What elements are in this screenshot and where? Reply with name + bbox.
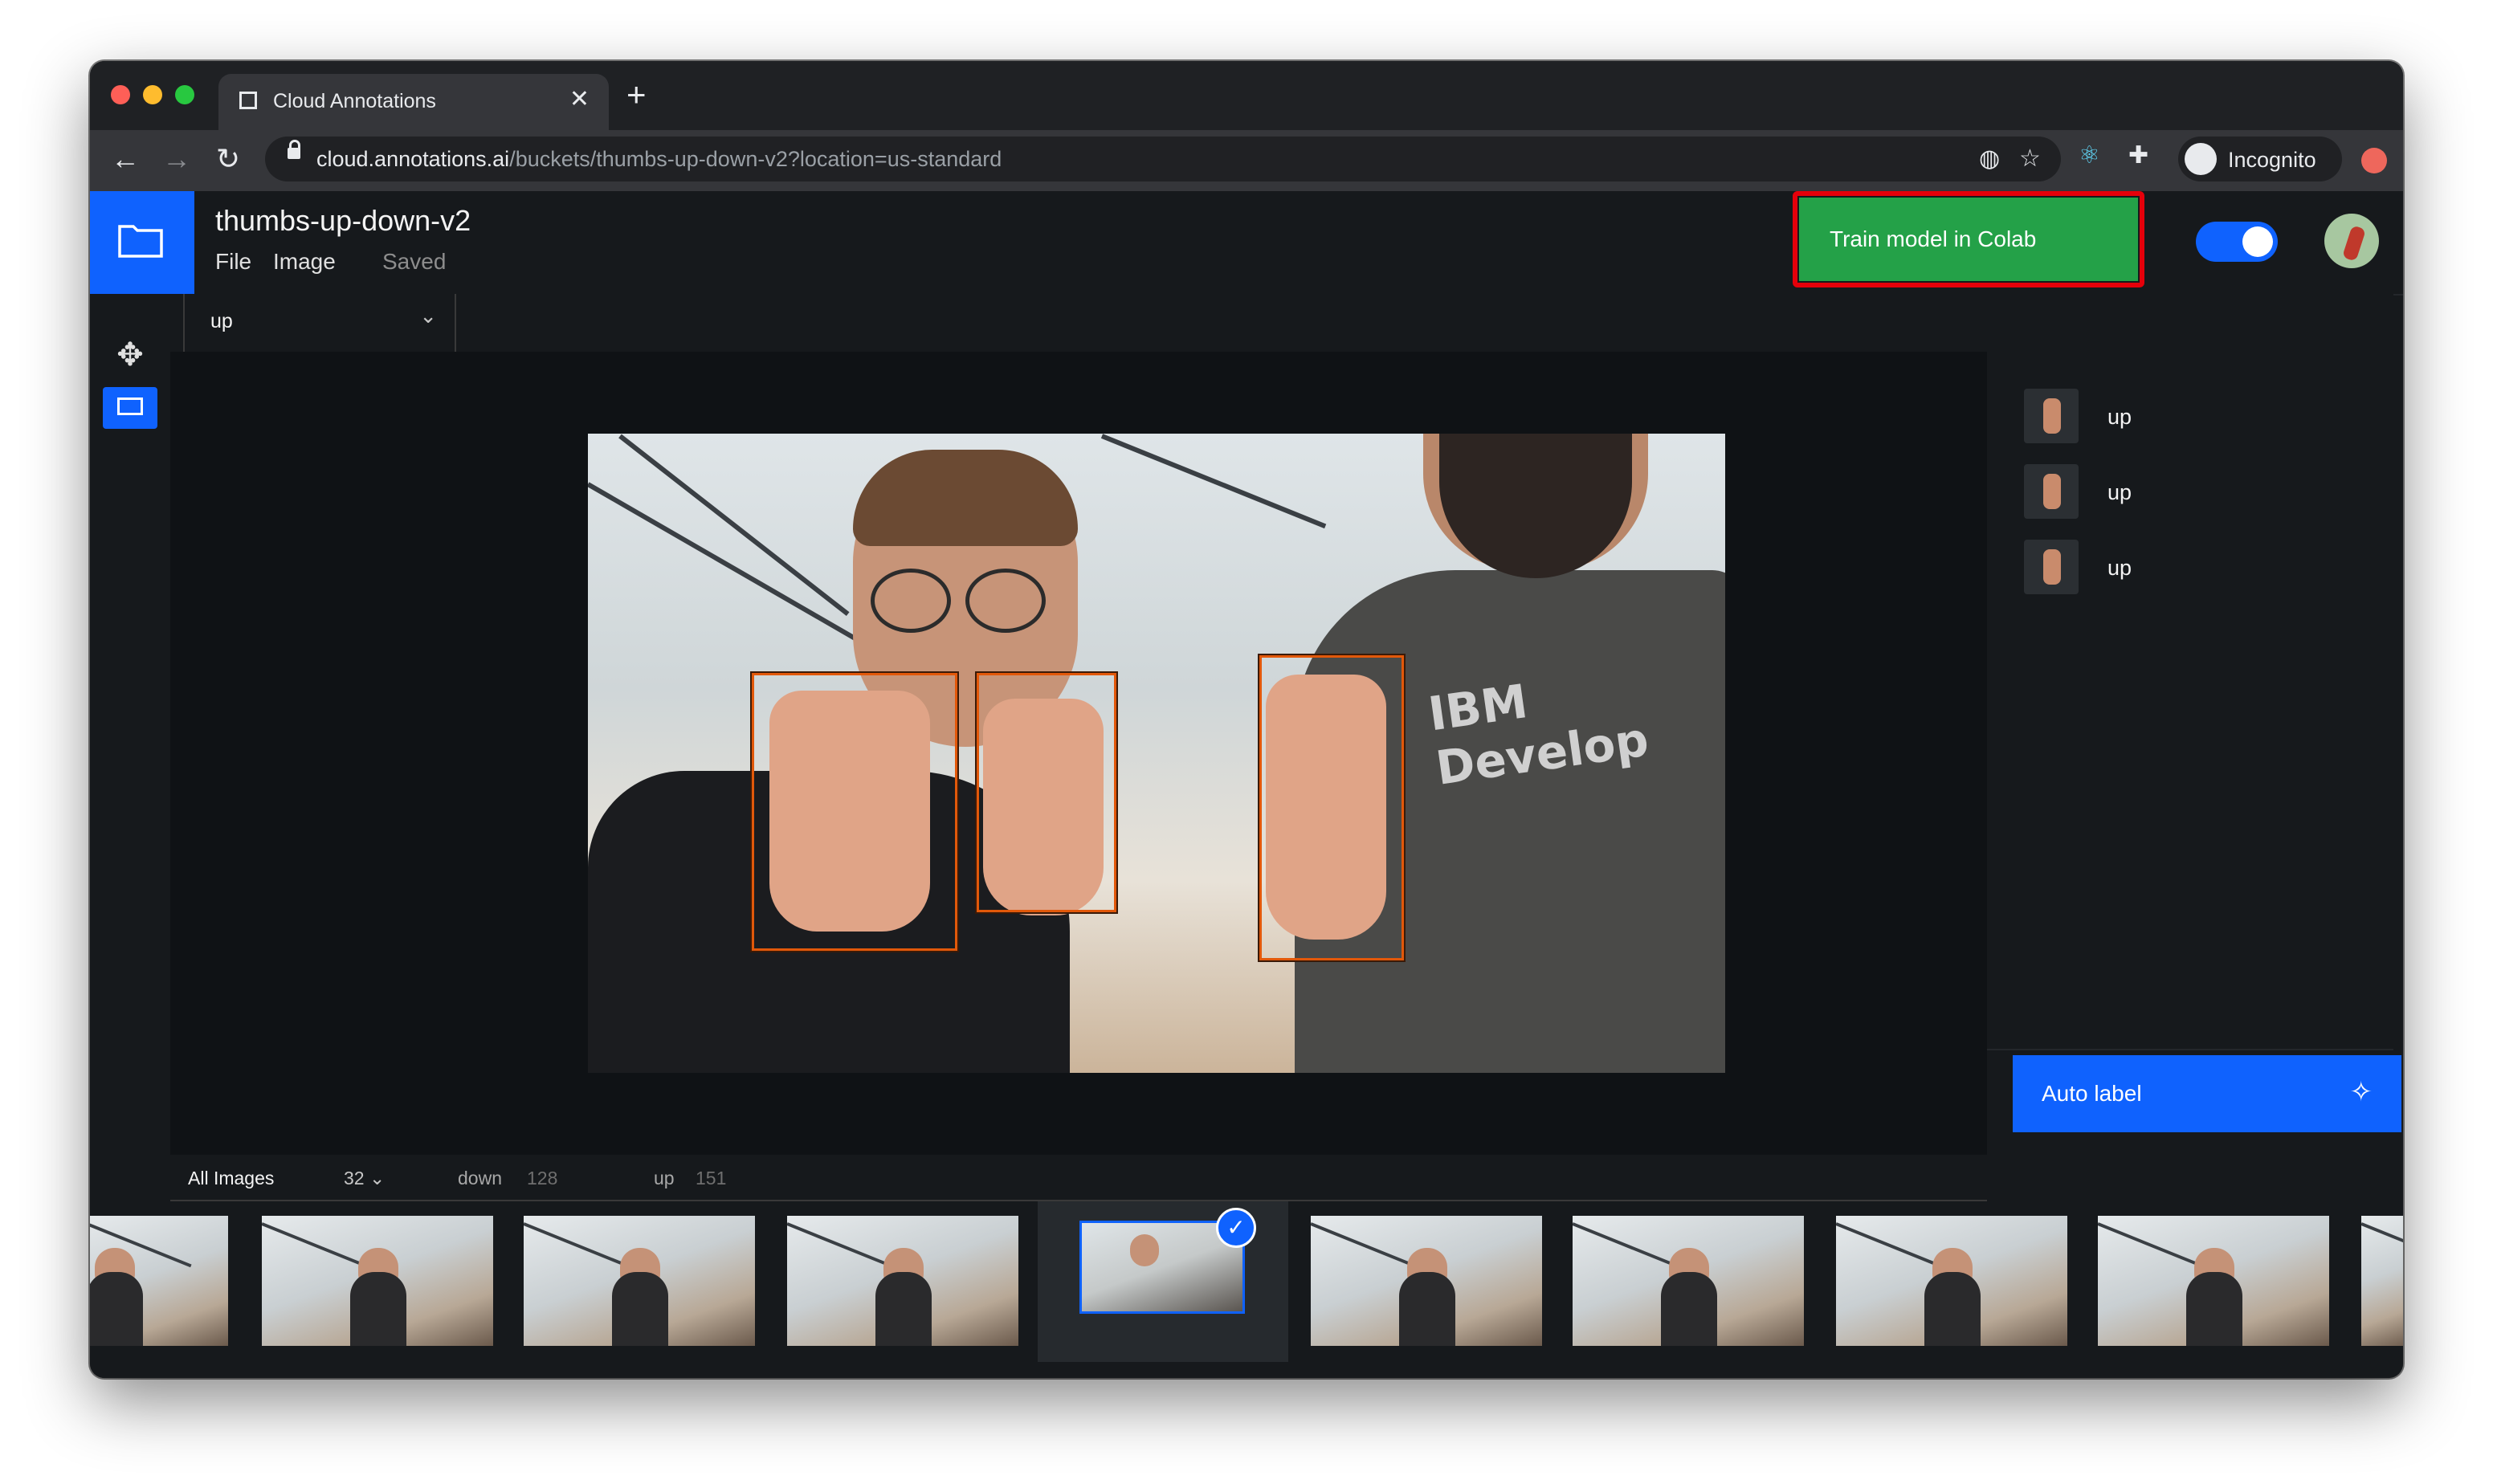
folder-icon	[118, 225, 163, 258]
lock-icon	[288, 140, 300, 159]
folder-button[interactable]	[90, 191, 194, 294]
tab-title: Cloud Annotations	[273, 90, 436, 112]
image-count-dropdown[interactable]: 32 ⌄	[344, 1168, 385, 1189]
checkmark-icon: ✓	[1216, 1208, 1256, 1248]
browser-window: Cloud Annotations ✕ + ← → ↻ cloud.annota…	[90, 61, 2403, 1378]
image-thumbnail[interactable]	[1573, 1216, 1804, 1346]
forward-arrow-icon[interactable]: →	[157, 140, 196, 178]
mode-toggle[interactable]	[2196, 222, 2278, 262]
tab-strip: Cloud Annotations ✕ +	[90, 61, 2403, 130]
url-text: cloud.annotations.ai/buckets/thumbs-up-d…	[316, 147, 1002, 171]
annotation-label: up	[2107, 405, 2132, 429]
bounding-box[interactable]	[975, 671, 1118, 914]
label-dropdown[interactable]: up ⌄	[183, 294, 456, 352]
person-right-beard	[1439, 434, 1632, 578]
filter-down[interactable]: down	[458, 1168, 502, 1189]
train-model-button[interactable]: Train model in Colab	[1799, 198, 2138, 281]
reload-icon[interactable]: ↻	[209, 140, 247, 178]
image-thumbnail[interactable]	[2361, 1216, 2403, 1346]
image-thumbnail[interactable]	[90, 1216, 228, 1346]
incognito-icon	[2185, 143, 2217, 175]
puzzle-icon[interactable]: ✚	[2128, 141, 2148, 169]
browser-toolbar: ← → ↻ cloud.annotations.ai/buckets/thumb…	[90, 130, 2403, 191]
label-dropdown-value: up	[210, 310, 233, 332]
save-status: Saved	[382, 249, 447, 274]
move-tool-icon[interactable]: ✥	[103, 334, 157, 376]
image-thumbnail[interactable]	[787, 1216, 1018, 1346]
app-header: thumbs-up-down-v2 File Image Saved Train…	[90, 191, 2403, 296]
ceiling-line	[588, 482, 882, 655]
incognito-label: Incognito	[2228, 148, 2316, 172]
tool-sidebar: ✥	[90, 294, 170, 1211]
label-bar	[170, 294, 2393, 352]
bounding-box[interactable]	[1258, 654, 1406, 962]
avatar[interactable]	[2324, 214, 2379, 268]
bounding-box[interactable]	[750, 671, 959, 952]
annotation-thumbnail	[2024, 540, 2079, 594]
filter-up[interactable]: up	[654, 1168, 675, 1189]
person-left-hair	[853, 450, 1078, 546]
menu-file[interactable]: File	[215, 249, 251, 275]
browser-tab[interactable]: Cloud Annotations ✕	[218, 74, 609, 130]
list-item[interactable]: up	[2024, 540, 2345, 594]
star-icon[interactable]: ☆	[2019, 145, 2041, 173]
eye-slash-icon[interactable]: ◍	[1979, 145, 2000, 173]
filter-up-count: 151	[696, 1168, 727, 1188]
bucket-name: thumbs-up-down-v2	[215, 204, 471, 237]
back-arrow-icon[interactable]: ←	[106, 140, 145, 178]
minimize-window-button[interactable]	[143, 85, 162, 104]
favicon-icon	[239, 92, 257, 109]
annotation-thumbnail	[2024, 389, 2079, 443]
image-thumbnail[interactable]	[262, 1216, 493, 1346]
list-item[interactable]: up	[2024, 464, 2345, 519]
image-thumbnail[interactable]	[524, 1216, 755, 1346]
image-thumbnail[interactable]	[1836, 1216, 2067, 1346]
annotation-canvas[interactable]: IBM Develop	[170, 352, 1987, 1155]
image-filmstrip: ✓	[90, 1201, 2403, 1378]
image-thumbnail[interactable]	[2098, 1216, 2329, 1346]
filter-all-images[interactable]: All Images	[188, 1168, 274, 1189]
annotated-image[interactable]: IBM Develop	[588, 434, 1725, 1073]
auto-label-text: Auto label	[2042, 1081, 2142, 1106]
glasses	[871, 569, 951, 633]
annotation-list: up up up	[1987, 352, 2393, 1050]
maximize-window-button[interactable]	[175, 85, 194, 104]
new-tab-button[interactable]: +	[626, 75, 647, 114]
box-tool-icon[interactable]	[103, 387, 157, 429]
menu-image[interactable]: Image	[273, 249, 336, 275]
auto-label-button[interactable]: Auto label ✧	[2013, 1055, 2401, 1132]
close-window-button[interactable]	[111, 85, 130, 104]
ceiling-line	[1100, 434, 1327, 529]
address-bar[interactable]: cloud.annotations.ai/buckets/thumbs-up-d…	[265, 137, 2061, 181]
incognito-badge[interactable]: Incognito	[2178, 137, 2342, 181]
filter-down-count: 128	[527, 1168, 558, 1188]
update-icon[interactable]	[2361, 148, 2387, 173]
filter-bar: All Images 32 ⌄ down 128 up 151	[170, 1155, 1987, 1201]
glasses	[965, 569, 1046, 633]
react-extension-icon[interactable]: ⚛	[2079, 141, 2100, 169]
image-thumbnail[interactable]	[1311, 1216, 1542, 1346]
annotation-label: up	[2107, 556, 2132, 580]
tab-close-icon[interactable]: ✕	[569, 85, 590, 113]
magic-wand-icon: ✧	[2349, 1077, 2373, 1107]
chevron-down-icon: ⌄	[419, 304, 437, 328]
list-item[interactable]: up	[2024, 389, 2345, 443]
annotation-label: up	[2107, 480, 2132, 504]
toggle-knob	[2242, 226, 2273, 257]
annotation-thumbnail	[2024, 464, 2079, 519]
